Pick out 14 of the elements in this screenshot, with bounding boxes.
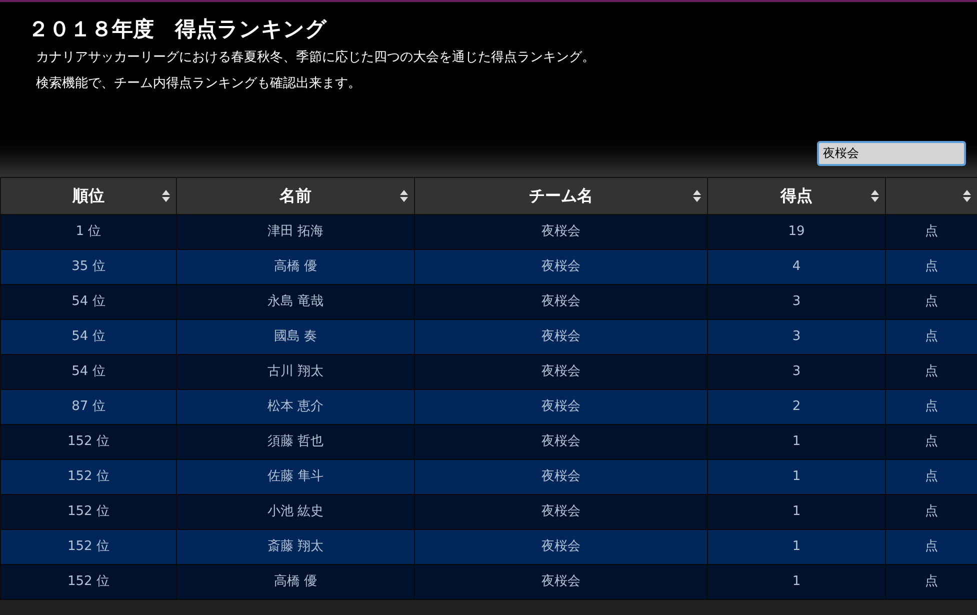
sort-icon	[400, 190, 408, 202]
sort-icon	[871, 190, 879, 202]
sort-icon	[162, 190, 170, 202]
column-header[interactable]: チーム名	[414, 178, 708, 214]
column-header[interactable]: 名前	[176, 178, 414, 214]
column-header[interactable]: 得点	[708, 178, 886, 214]
description-text: 検索機能で、チーム内得点ランキングも確認出来ます。	[36, 76, 361, 92]
sort-icon	[963, 190, 971, 202]
sort-icon	[693, 190, 701, 202]
column-header[interactable]: 順位	[0, 178, 176, 214]
page-title: ２０１８年度 得点ランキング	[28, 16, 327, 43]
search-field[interactable]: 夜桜会	[817, 141, 966, 166]
column-header[interactable]	[886, 178, 977, 214]
description-text: カナリアサッカーリーグにおける春夏秋冬、季節に応じた四つの大会を通じた得点ランキング。	[36, 50, 595, 66]
